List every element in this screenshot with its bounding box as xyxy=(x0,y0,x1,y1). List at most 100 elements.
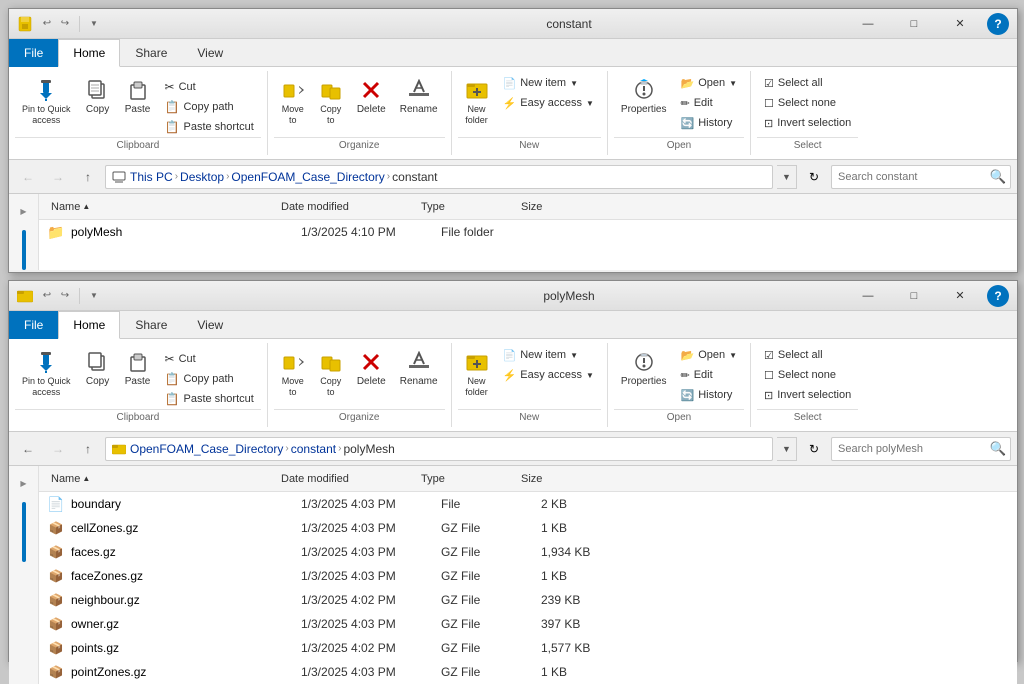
easy-access-button-2[interactable]: ⚡ Easy access ▼ xyxy=(496,365,601,385)
file-row-0[interactable]: 📄 boundary 1/3/2025 4:03 PM File 2 KB xyxy=(39,492,1017,516)
back-button-2[interactable]: ← xyxy=(15,436,41,462)
select-none-button-2[interactable]: ☐ Select none xyxy=(757,365,858,385)
col-size-1[interactable]: Size xyxy=(517,201,597,213)
dropdown-icon[interactable]: ▼ xyxy=(86,16,102,32)
back-button-1[interactable]: ← xyxy=(15,164,41,190)
tab-home-2[interactable]: Home xyxy=(58,311,120,339)
search-input-1[interactable] xyxy=(832,166,986,188)
tab-file-2[interactable]: File xyxy=(9,311,58,339)
path-polymesh-2[interactable]: polyMesh xyxy=(343,442,394,456)
history-button-2[interactable]: 🔄 History xyxy=(673,385,744,405)
close-button[interactable]: ✕ xyxy=(937,9,983,39)
copy-path-button-2[interactable]: 📋 Copy path xyxy=(158,369,261,389)
minimize-button[interactable]: — xyxy=(845,9,891,39)
cut-button[interactable]: ✂ Cut xyxy=(158,77,261,97)
new-item-button[interactable]: 📄 New item ▼ xyxy=(496,73,601,93)
invert-selection-button-2[interactable]: ⊡ Invert selection xyxy=(757,385,858,405)
col-name-1[interactable]: Name ▲ xyxy=(47,201,277,213)
select-all-button[interactable]: ☑ Select all xyxy=(757,73,858,93)
delete-button-2[interactable]: Delete xyxy=(350,345,393,392)
properties-button[interactable]: Properties xyxy=(614,73,674,120)
col-date-2[interactable]: Date modified xyxy=(277,473,417,485)
col-name-2[interactable]: Name ▲ xyxy=(47,473,277,485)
tab-share[interactable]: Share xyxy=(120,39,182,67)
pin-to-quick-access-button-2[interactable]: Pin to Quickaccess xyxy=(15,345,78,403)
file-row-3[interactable]: 📦 faceZones.gz 1/3/2025 4:03 PM GZ File … xyxy=(39,564,1017,588)
col-type-1[interactable]: Type xyxy=(417,201,517,213)
tab-file[interactable]: File xyxy=(9,39,58,67)
maximize-button-2[interactable]: □ xyxy=(891,281,937,311)
help-button[interactable]: ? xyxy=(987,13,1009,35)
new-item-button-2[interactable]: 📄 New item ▼ xyxy=(496,345,601,365)
file-row-1[interactable]: 📦 cellZones.gz 1/3/2025 4:03 PM GZ File … xyxy=(39,516,1017,540)
col-size-2[interactable]: Size xyxy=(517,473,597,485)
paste-button[interactable]: Paste xyxy=(118,73,158,120)
maximize-button[interactable]: □ xyxy=(891,9,937,39)
address-dropdown-1[interactable]: ▼ xyxy=(777,165,797,189)
rename-button-2[interactable]: Rename xyxy=(393,345,445,392)
file-row-6[interactable]: 📦 points.gz 1/3/2025 4:02 PM GZ File 1,5… xyxy=(39,636,1017,660)
select-none-button[interactable]: ☐ Select none xyxy=(757,93,858,113)
sidebar-collapse-2[interactable]: ▶ xyxy=(11,470,37,496)
tab-view-2[interactable]: View xyxy=(182,311,238,339)
file-row-polymesh[interactable]: 📁 polyMesh 1/3/2025 4:10 PM File folder xyxy=(39,220,1017,244)
up-button-1[interactable]: ↑ xyxy=(75,164,101,190)
easy-access-button[interactable]: ⚡ Easy access ▼ xyxy=(496,93,601,113)
copy-to-button-2[interactable]: Copyto xyxy=(312,345,350,403)
new-folder-button[interactable]: Newfolder xyxy=(458,73,496,131)
close-button-2[interactable]: ✕ xyxy=(937,281,983,311)
refresh-button-1[interactable]: ↻ xyxy=(801,165,827,189)
paste-button-2[interactable]: Paste xyxy=(118,345,158,392)
dropdown-icon-2[interactable]: ▼ xyxy=(86,288,102,304)
path-openfoam-2[interactable]: OpenFOAM_Case_Directory xyxy=(130,442,283,456)
edit-button-2[interactable]: ✏ Edit xyxy=(673,365,744,385)
file-row-5[interactable]: 📦 owner.gz 1/3/2025 4:03 PM GZ File 397 … xyxy=(39,612,1017,636)
copy-path-button[interactable]: 📋 Copy path xyxy=(158,97,261,117)
select-all-button-2[interactable]: ☑ Select all xyxy=(757,345,858,365)
sidebar-collapse[interactable]: ▶ xyxy=(11,198,37,224)
history-button[interactable]: 🔄 History xyxy=(673,113,744,133)
path-openfoam[interactable]: OpenFOAM_Case_Directory xyxy=(231,170,384,184)
copy-to-button[interactable]: Copyto xyxy=(312,73,350,131)
invert-selection-button[interactable]: ⊡ Invert selection xyxy=(757,113,858,133)
undo-icon[interactable]: ↩ xyxy=(39,16,55,32)
tab-view[interactable]: View xyxy=(182,39,238,67)
search-button-2[interactable]: 🔍 xyxy=(986,438,1010,460)
col-type-2[interactable]: Type xyxy=(417,473,517,485)
file-row-7[interactable]: 📦 pointZones.gz 1/3/2025 4:03 PM GZ File… xyxy=(39,660,1017,684)
col-date-1[interactable]: Date modified xyxy=(277,201,417,213)
undo-icon-2[interactable]: ↩ xyxy=(39,288,55,304)
move-to-button-2[interactable]: Moveto xyxy=(274,345,312,403)
copy-button-large[interactable]: Copy xyxy=(78,73,118,120)
pin-to-quick-access-button[interactable]: Pin to Quickaccess xyxy=(15,73,78,131)
tab-home[interactable]: Home xyxy=(58,39,120,67)
redo-icon[interactable]: ↪ xyxy=(57,16,73,32)
search-input-2[interactable] xyxy=(832,438,986,460)
address-path-1[interactable]: This PC › Desktop › OpenFOAM_Case_Direct… xyxy=(105,165,773,189)
forward-button-2[interactable]: → xyxy=(45,436,71,462)
file-row-4[interactable]: 📦 neighbour.gz 1/3/2025 4:02 PM GZ File … xyxy=(39,588,1017,612)
help-button-2[interactable]: ? xyxy=(987,285,1009,307)
delete-button[interactable]: Delete xyxy=(350,73,393,120)
path-desktop[interactable]: Desktop xyxy=(180,170,224,184)
path-constant-2[interactable]: constant xyxy=(291,442,336,456)
forward-button-1[interactable]: → xyxy=(45,164,71,190)
move-to-button[interactable]: Moveto xyxy=(274,73,312,131)
open-button[interactable]: 📂 Open ▼ xyxy=(673,73,744,93)
open-button-2[interactable]: 📂 Open ▼ xyxy=(673,345,744,365)
address-path-2[interactable]: OpenFOAM_Case_Directory › constant › pol… xyxy=(105,437,773,461)
tab-share-2[interactable]: Share xyxy=(120,311,182,339)
path-constant[interactable]: constant xyxy=(392,170,437,184)
address-dropdown-2[interactable]: ▼ xyxy=(777,437,797,461)
up-button-2[interactable]: ↑ xyxy=(75,436,101,462)
path-this-pc[interactable]: This PC xyxy=(130,170,173,184)
cut-button-2[interactable]: ✂ Cut xyxy=(158,349,261,369)
copy-button-large-2[interactable]: Copy xyxy=(78,345,118,392)
properties-button-2[interactable]: Properties xyxy=(614,345,674,392)
file-row-2[interactable]: 📦 faces.gz 1/3/2025 4:03 PM GZ File 1,93… xyxy=(39,540,1017,564)
new-folder-button-2[interactable]: Newfolder xyxy=(458,345,496,403)
edit-button[interactable]: ✏ Edit xyxy=(673,93,744,113)
paste-shortcut-button-2[interactable]: 📋 Paste shortcut xyxy=(158,389,261,409)
paste-shortcut-button[interactable]: 📋 Paste shortcut xyxy=(158,117,261,137)
refresh-button-2[interactable]: ↻ xyxy=(801,437,827,461)
